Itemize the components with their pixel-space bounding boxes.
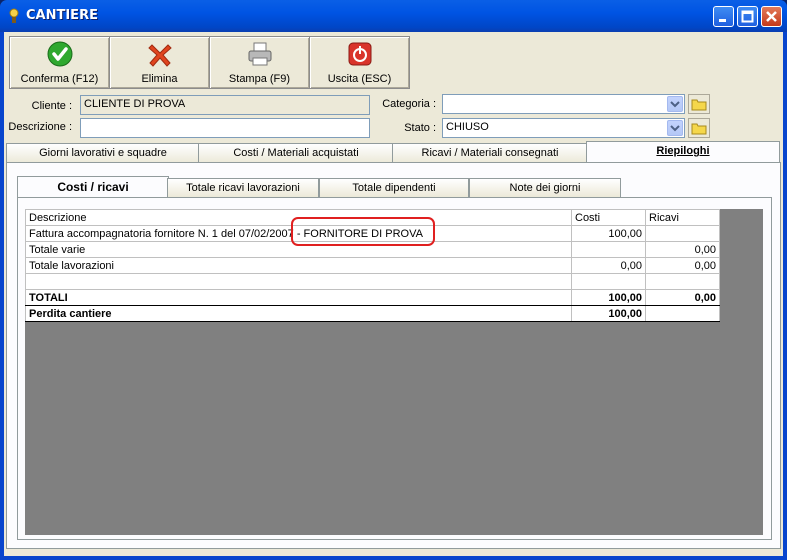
cliente-field[interactable]: CLIENTE DI PROVA <box>80 95 370 115</box>
table-cell <box>645 225 720 242</box>
window-title: CANTIERE <box>26 8 98 23</box>
stato-value: CHIUSO <box>446 121 489 133</box>
table-row[interactable]: Totale lavorazioni 0,00 0,00 <box>25 257 720 274</box>
elimina-label: Elimina <box>141 73 178 85</box>
close-icon <box>766 11 777 22</box>
folder-icon <box>691 99 707 111</box>
stampa-label: Stampa (F9) <box>228 73 291 85</box>
window-frame-bottom <box>0 556 787 560</box>
table-cell: TOTALI <box>25 289 572 306</box>
subtab-totale-ricavi-lavorazioni[interactable]: Totale ricavi lavorazioni <box>167 178 319 197</box>
tab-costi-materiali[interactable]: Costi / Materiali acquistati <box>198 143 394 163</box>
tab-giorni-lavorativi[interactable]: Giorni lavorativi e squadre <box>6 143 200 163</box>
tab-panel: Costi / ricavi Totale ricavi lavorazioni… <box>6 162 781 549</box>
table-cell <box>25 273 572 290</box>
table-cell: 100,00 <box>571 225 646 242</box>
power-exit-icon <box>348 42 372 66</box>
conferma-label: Conferma (F12) <box>20 73 99 85</box>
minimize-icon <box>719 19 726 22</box>
table-cell <box>571 273 646 290</box>
subtab-note-dei-giorni[interactable]: Note dei giorni <box>469 178 621 197</box>
categoria-dropdown-arrow[interactable] <box>667 96 683 112</box>
maximize-button[interactable] <box>737 6 758 27</box>
table-cell: 0,00 <box>645 289 720 306</box>
elimina-button[interactable]: Elimina <box>109 36 210 89</box>
table-cell: 0,00 <box>645 257 720 274</box>
table-cell <box>571 241 646 258</box>
stato-folder-button[interactable] <box>688 118 710 138</box>
conferma-button[interactable]: Conferma (F12) <box>9 36 110 89</box>
check-icon <box>47 41 73 67</box>
client-area: Conferma (F12) Elimina Stampa (F9) Uscit… <box>4 32 783 556</box>
chevron-down-icon <box>670 101 680 108</box>
tab-riepiloghi[interactable]: Riepiloghi <box>586 141 780 163</box>
table-cell: 100,00 <box>571 289 646 306</box>
table-cell: Totale lavorazioni <box>25 257 572 274</box>
chevron-down-icon <box>670 125 680 132</box>
stato-label: Stato : <box>404 122 436 134</box>
minimize-button[interactable] <box>713 6 734 27</box>
subtab-costi-ricavi[interactable]: Costi / ricavi <box>17 176 169 198</box>
categoria-label: Categoria : <box>382 98 436 110</box>
stato-dropdown-arrow[interactable] <box>667 120 683 136</box>
categoria-folder-button[interactable] <box>688 94 710 114</box>
column-header[interactable]: Ricavi <box>645 209 720 226</box>
categoria-combo[interactable] <box>442 94 685 114</box>
window-frame-right <box>783 32 787 560</box>
table-cell <box>645 305 720 322</box>
stampa-button[interactable]: Stampa (F9) <box>209 36 310 89</box>
descrizione-field[interactable] <box>80 118 370 138</box>
table-row[interactable] <box>25 273 720 290</box>
uscita-label: Uscita (ESC) <box>327 73 392 85</box>
table-cell: Perdita cantiere <box>25 305 572 322</box>
table-cell: 0,00 <box>571 257 646 274</box>
printer-icon <box>248 42 272 66</box>
subtab-totale-dipendenti[interactable]: Totale dipendenti <box>319 178 469 197</box>
column-header[interactable]: Costi <box>571 209 646 226</box>
folder-icon <box>691 123 707 135</box>
descrizione-label: Descrizione : <box>8 121 72 133</box>
subtab-panel: Descrizione Costi Ricavi Fattura accompa… <box>17 197 772 540</box>
highlight-annotation <box>291 217 435 246</box>
cliente-label: Cliente : <box>31 100 72 112</box>
stato-combo[interactable]: CHIUSO <box>442 118 685 138</box>
delete-x-icon <box>148 44 172 67</box>
riepilogo-grid[interactable]: Descrizione Costi Ricavi Fattura accompa… <box>25 209 763 535</box>
table-cell: 0,00 <box>645 241 720 258</box>
table-row-totali[interactable]: TOTALI 100,00 0,00 <box>25 289 720 306</box>
uscita-button[interactable]: Uscita (ESC) <box>309 36 410 89</box>
window: CANTIERE Conferma (F12) Elimina Stampa (… <box>0 0 787 560</box>
tab-ricavi-materiali[interactable]: Ricavi / Materiali consegnati <box>392 143 588 163</box>
table-row-perdita[interactable]: Perdita cantiere 100,00 <box>25 305 720 322</box>
table-cell <box>645 273 720 290</box>
close-button[interactable] <box>761 6 782 27</box>
title-bar[interactable]: CANTIERE <box>0 0 787 32</box>
table-cell: 100,00 <box>571 305 646 322</box>
app-icon <box>9 8 19 23</box>
maximize-icon <box>741 10 754 23</box>
